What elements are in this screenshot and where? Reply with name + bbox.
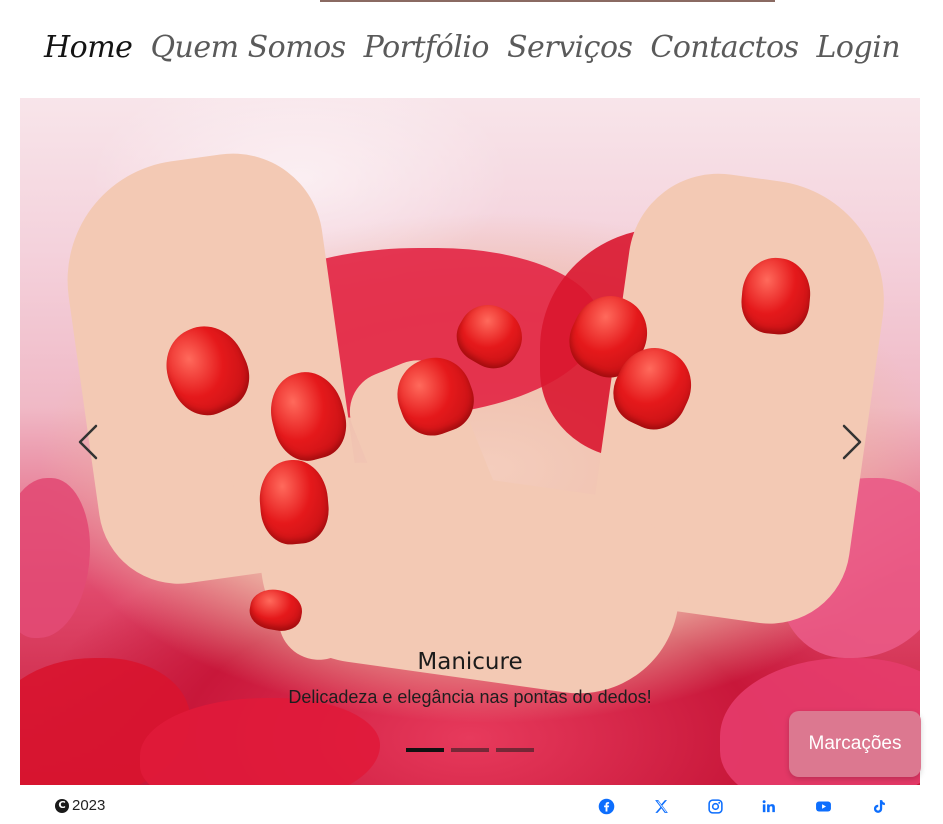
carousel-caption: Manicure Delicadeza e elegância nas pont…: [20, 645, 920, 709]
copyright: C 2023: [55, 797, 105, 814]
caption-text: Delicadeza e elegância nas pontas do ded…: [288, 687, 652, 707]
facebook-link[interactable]: [597, 797, 615, 815]
chevron-right-icon: [842, 424, 862, 460]
nav-quem-somos[interactable]: Quem Somos: [150, 30, 346, 65]
caption-title: Manicure: [417, 649, 523, 675]
youtube-icon: [815, 801, 831, 811]
nav-servicos[interactable]: Serviços: [507, 30, 633, 65]
youtube-link[interactable]: [814, 797, 832, 815]
linkedin-link[interactable]: [759, 797, 777, 815]
main-nav: Home Quem Somos Portfólio Serviços Conta…: [44, 22, 901, 72]
footer: C 2023: [0, 792, 943, 822]
petal-shape: [20, 478, 90, 638]
chevron-left-icon: [78, 424, 98, 460]
nav-contactos[interactable]: Contactos: [650, 30, 799, 65]
booking-button[interactable]: Marcações: [789, 711, 921, 777]
x-twitter-icon: [654, 799, 668, 813]
facebook-icon: [598, 798, 614, 814]
carousel-indicator-1[interactable]: [406, 748, 444, 752]
tiktok-icon: [873, 799, 885, 813]
nav-home[interactable]: Home: [44, 30, 133, 65]
nav-portfolio[interactable]: Portfólio: [364, 30, 490, 65]
copyright-icon: C: [55, 798, 69, 813]
linkedin-icon: [762, 799, 775, 812]
instagram-icon: [707, 798, 723, 814]
instagram-link[interactable]: [706, 797, 724, 815]
carousel-indicator-2[interactable]: [451, 748, 489, 752]
x-twitter-link[interactable]: [652, 797, 670, 815]
carousel-next-button[interactable]: [838, 422, 866, 462]
carousel-indicators: [406, 748, 534, 752]
copyright-year: 2023: [72, 797, 106, 814]
carousel-indicator-3[interactable]: [496, 748, 534, 752]
tiktok-link[interactable]: [869, 797, 887, 815]
nav-login[interactable]: Login: [817, 30, 901, 65]
carousel-prev-button[interactable]: [74, 422, 102, 462]
header-image-strip: [320, 0, 775, 2]
